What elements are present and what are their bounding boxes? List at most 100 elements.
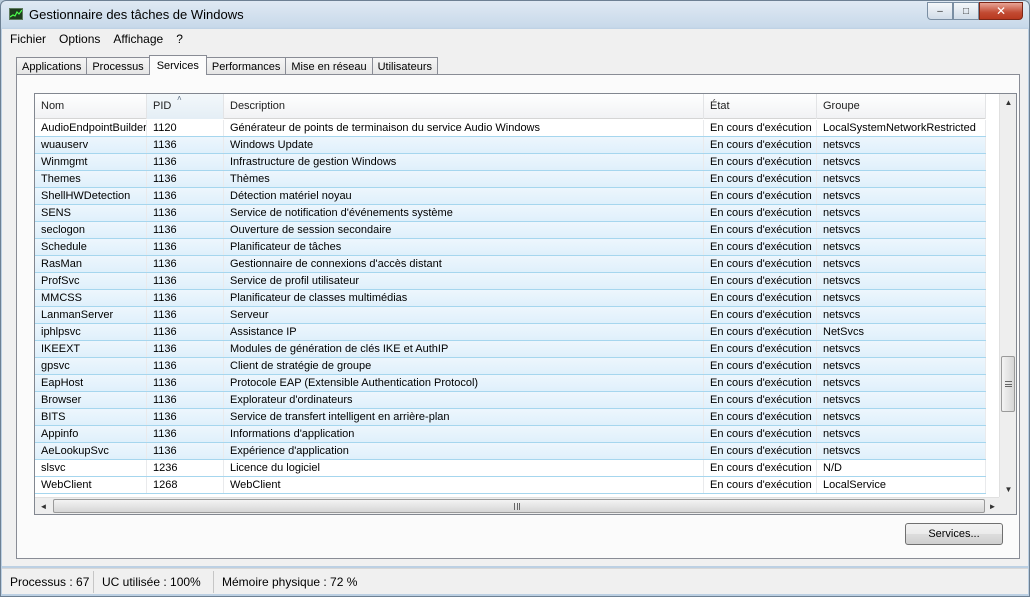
task-manager-window: Gestionnaire des tâches de Windows ‒ □ ✕… <box>0 0 1030 597</box>
table-row[interactable]: gpsvc 1136 Client de stratégie de groupe En… <box>35 358 986 375</box>
service-state: En cours d'exécution <box>704 290 817 306</box>
service-pid: 1136 <box>147 307 224 323</box>
table-row[interactable]: IKEEXT 1136 Modules de génération de clés … <box>35 341 986 358</box>
scroll-up-icon[interactable]: ▲ <box>1000 94 1016 111</box>
tab-services[interactable]: Services <box>148 55 207 75</box>
service-description: Serveur <box>224 307 704 323</box>
horizontal-scrollbar[interactable]: ◄ ► <box>35 497 1001 514</box>
tab-performance[interactable]: Performances <box>205 57 287 75</box>
table-row[interactable]: slsvc 1236 Licence du logiciel En cours d'e… <box>35 460 986 477</box>
table-row[interactable]: AeLookupSvc 1136 Expérience d'application E… <box>35 443 986 460</box>
service-description: Générateur de points de terminaison du s… <box>224 120 704 136</box>
table-row[interactable]: Themes 1136 Thèmes En cours d'exécution nets… <box>35 171 986 188</box>
window-controls: ‒ □ ✕ <box>927 2 1023 20</box>
column-header-name[interactable]: Nom <box>35 94 147 119</box>
service-pid: 1136 <box>147 358 224 374</box>
service-name: ShellHWDetection <box>35 188 147 204</box>
service-group: netsvcs <box>817 426 986 442</box>
service-description: Gestionnaire de connexions d'accès dista… <box>224 256 704 272</box>
service-description: Planificateur de classes multimédias <box>224 290 704 306</box>
service-pid: 1136 <box>147 409 224 425</box>
service-pid: 1136 <box>147 256 224 272</box>
table-row[interactable]: SENS 1136 Service de notification d'événem… <box>35 205 986 222</box>
scroll-left-icon[interactable]: ◄ <box>35 498 52 514</box>
service-group: LocalSystemNetworkRestricted <box>817 120 986 136</box>
table-row[interactable]: Appinfo 1136 Informations d'application En … <box>35 426 986 443</box>
table-row[interactable]: seclogon 1136 Ouverture de session seconda… <box>35 222 986 239</box>
table-row[interactable]: BITS 1136 Service de transfert intelligent… <box>35 409 986 426</box>
service-state: En cours d'exécution <box>704 273 817 289</box>
service-pid: 1136 <box>147 205 224 221</box>
menu-options[interactable]: Options <box>59 32 100 46</box>
service-state: En cours d'exécution <box>704 324 817 340</box>
horizontal-scroll-thumb[interactable] <box>53 499 985 513</box>
tab-users[interactable]: Utilisateurs <box>371 57 438 75</box>
table-row[interactable]: WebClient 1268 WebClient En cours d'exécuti… <box>35 477 986 494</box>
menu-file[interactable]: Fichier <box>10 32 46 46</box>
column-header-group[interactable]: Groupe <box>817 94 986 119</box>
services-button[interactable]: Services... <box>905 523 1003 545</box>
table-row[interactable]: Schedule 1136 Planificateur de tâches En co… <box>35 239 986 256</box>
service-group: netsvcs <box>817 307 986 323</box>
service-state: En cours d'exécution <box>704 239 817 255</box>
table-row[interactable]: iphlpsvc 1136 Assistance IP En cours d'exéc… <box>35 324 986 341</box>
service-pid: 1236 <box>147 460 224 476</box>
column-header-state[interactable]: État <box>704 94 817 119</box>
service-state: En cours d'exécution <box>704 443 817 459</box>
service-description: Client de stratégie de groupe <box>224 358 704 374</box>
service-state: En cours d'exécution <box>704 460 817 476</box>
service-state: En cours d'exécution <box>704 477 817 493</box>
menu-help[interactable]: ? <box>176 32 183 46</box>
menu-view[interactable]: Affichage <box>113 32 163 46</box>
column-header-description[interactable]: Description <box>224 94 704 119</box>
maximize-icon: □ <box>962 5 970 17</box>
table-row[interactable]: EapHost 1136 Protocole EAP (Extensible Aut… <box>35 375 986 392</box>
tab-processes[interactable]: Processus <box>86 57 150 75</box>
table-row[interactable]: AudioEndpointBuilder 1120 Générateur de po… <box>35 120 986 137</box>
close-button[interactable]: ✕ <box>979 2 1023 20</box>
table-row[interactable]: LanmanServer 1136 Serveur En cours d'exécut… <box>35 307 986 324</box>
table-row[interactable]: Browser 1136 Explorateur d'ordinateurs En c… <box>35 392 986 409</box>
service-pid: 1136 <box>147 426 224 442</box>
table-row[interactable]: MMCSS 1136 Planificateur de classes multim… <box>35 290 986 307</box>
service-group: LocalService <box>817 477 986 493</box>
service-state: En cours d'exécution <box>704 205 817 221</box>
service-pid: 1268 <box>147 477 224 493</box>
service-name: RasMan <box>35 256 147 272</box>
status-cpu-usage: UC utilisée : 100% <box>94 570 214 593</box>
service-description: WebClient <box>224 477 704 493</box>
services-list[interactable]: Nom ˄ PID Description État Groupe AudioE… <box>34 93 1017 515</box>
service-state: En cours d'exécution <box>704 171 817 187</box>
table-row[interactable]: wuauserv 1136 Windows Update En cours d'exé… <box>35 137 986 154</box>
service-description: Modules de génération de clés IKE et Aut… <box>224 341 704 357</box>
service-group: netsvcs <box>817 358 986 374</box>
maximize-button[interactable]: □ <box>953 2 979 20</box>
tab-networking[interactable]: Mise en réseau <box>285 57 373 75</box>
vertical-scroll-thumb[interactable] <box>1001 356 1015 412</box>
table-row[interactable]: ProfSvc 1136 Service de profil utilisateur… <box>35 273 986 290</box>
service-group: netsvcs <box>817 443 986 459</box>
service-pid: 1120 <box>147 120 224 136</box>
service-pid: 1136 <box>147 290 224 306</box>
service-description: Assistance IP <box>224 324 704 340</box>
service-name: IKEEXT <box>35 341 147 357</box>
service-pid: 1136 <box>147 188 224 204</box>
table-row[interactable]: RasMan 1136 Gestionnaire de connexions d'a… <box>35 256 986 273</box>
scroll-down-icon[interactable]: ▼ <box>1000 481 1016 498</box>
title-bar[interactable]: Gestionnaire des tâches de Windows ‒ □ ✕ <box>1 1 1029 29</box>
table-row[interactable]: Winmgmt 1136 Infrastructure de gestion Win… <box>35 154 986 171</box>
service-name: slsvc <box>35 460 147 476</box>
table-row[interactable]: ShellHWDetection 1136 Détection matériel n… <box>35 188 986 205</box>
minimize-button[interactable]: ‒ <box>927 2 953 20</box>
vertical-scrollbar[interactable]: ▲ ▼ <box>999 94 1016 498</box>
tab-applications[interactable]: Applications <box>16 57 88 75</box>
service-name: Themes <box>35 171 147 187</box>
service-description: Expérience d'application <box>224 443 704 459</box>
service-state: En cours d'exécution <box>704 392 817 408</box>
service-group: netsvcs <box>817 392 986 408</box>
list-header: Nom ˄ PID Description État Groupe <box>35 94 986 119</box>
service-pid: 1136 <box>147 222 224 238</box>
column-header-pid[interactable]: ˄ PID <box>147 94 224 119</box>
service-state: En cours d'exécution <box>704 120 817 136</box>
window-title: Gestionnaire des tâches de Windows <box>29 7 244 22</box>
